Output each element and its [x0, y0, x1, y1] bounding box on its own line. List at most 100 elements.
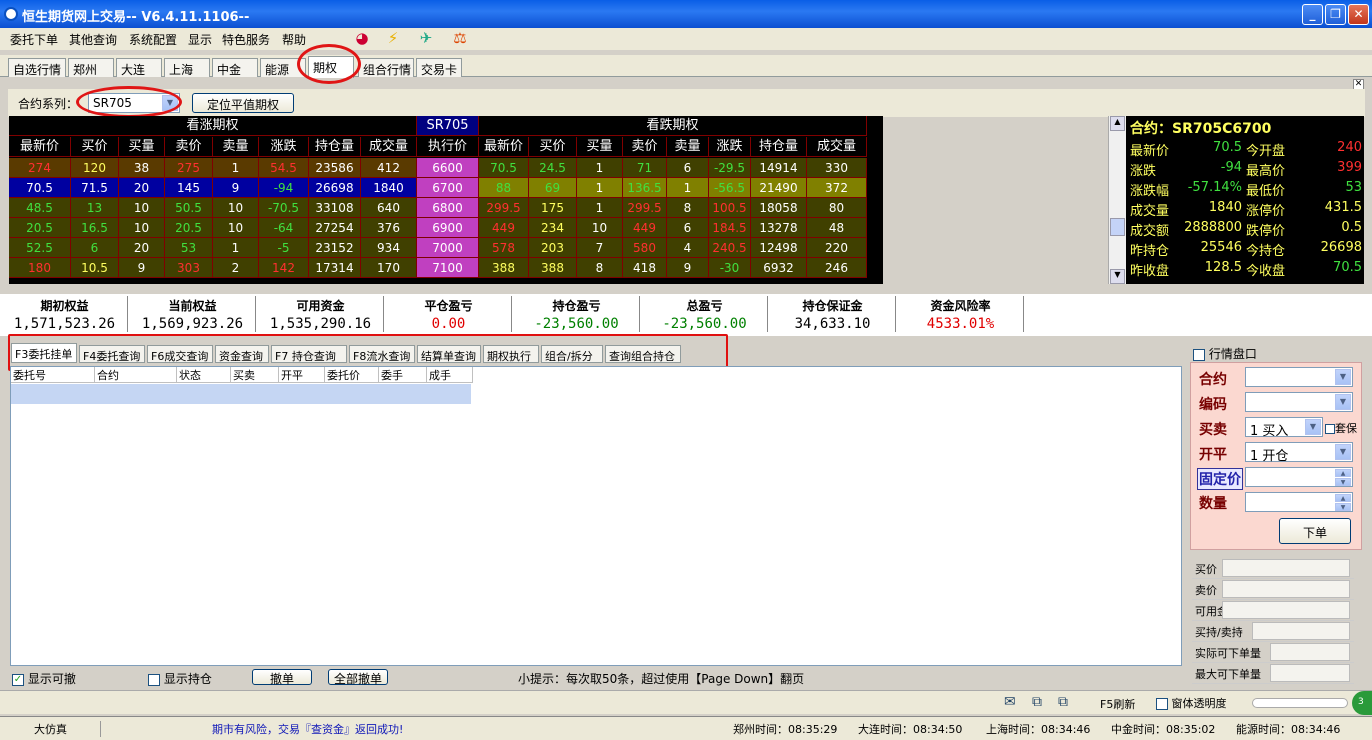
tab-watchlist[interactable]: 自选行情 [8, 58, 66, 77]
info-value: 399 [1337, 160, 1362, 175]
network-icon[interactable]: ⧉ [1032, 694, 1042, 710]
status-time-shanghai: 上海时间：08:34:46 [986, 723, 1091, 736]
order-tab[interactable]: 资金查询 [215, 345, 269, 363]
info-label: 跌停价 [1246, 224, 1286, 239]
side-select[interactable]: 1 买入 ▼ [1245, 417, 1323, 439]
close-button[interactable]: ✕ [1348, 4, 1369, 25]
offset-select[interactable]: 1 开仓 ▼ [1245, 442, 1353, 464]
quote-column-header: 成交量 [807, 137, 867, 157]
stepper-up-icon[interactable]: ▲ [1335, 469, 1351, 477]
order-tab[interactable]: 结算单查询 [417, 345, 481, 363]
order-column-header[interactable]: 状态 [177, 367, 231, 383]
account-field-value: 4533.01% [926, 316, 995, 332]
mail-icon[interactable]: ✉ [1004, 694, 1016, 710]
order-info-value [1222, 601, 1350, 619]
code-select[interactable]: ▼ [1245, 392, 1353, 412]
quote-cell: 6 [667, 218, 709, 238]
tab-dalian[interactable]: 大连 [116, 58, 162, 77]
restore-button[interactable]: ❐ [1325, 4, 1346, 25]
info-label: 成交额 [1130, 224, 1170, 239]
call-options-title: 看涨期权 [9, 116, 417, 136]
window-title: 恒生期货网上交易-- V6.4.11.1106-- [22, 10, 250, 25]
order-tab[interactable]: F7 持仓查询 [271, 345, 347, 363]
menu-order[interactable]: 委托下单 [10, 31, 58, 48]
bird-icon[interactable]: ✈ [416, 29, 436, 49]
quote-cell: 449 [479, 218, 529, 238]
quote-cell: 10 [577, 218, 623, 238]
order-info-value [1222, 580, 1350, 598]
account-field: 可用资金 1,535,290.16 [258, 296, 384, 332]
network2-icon[interactable]: ⧉ [1058, 694, 1068, 710]
order-column-header[interactable]: 委托价 [325, 367, 379, 383]
account-field: 持仓保证金 34,633.10 [770, 296, 896, 332]
order-tab[interactable]: F3委托挂单 [11, 343, 77, 363]
quote-cell: 23586 [309, 158, 361, 178]
quote-scrollbar[interactable]: ▲ ▼ [1108, 116, 1126, 284]
tab-zhengzhou[interactable]: 郑州 [68, 58, 114, 77]
quote-cell: 48.5 [9, 198, 71, 218]
account-field-value: -23,560.00 [662, 316, 747, 332]
table-row[interactable] [11, 384, 471, 404]
price-input[interactable]: ▲ ▼ [1245, 467, 1353, 487]
strike-column-header: 执行价 [417, 137, 479, 157]
locate-atm-button[interactable]: 定位平值期权 [192, 93, 294, 113]
order-column-header[interactable]: 合约 [95, 367, 177, 383]
menu-other-query[interactable]: 其他查询 [69, 31, 117, 48]
order-tab[interactable]: 组合/拆分 [541, 345, 603, 363]
transparency-slider[interactable] [1252, 698, 1348, 708]
price-type-label[interactable]: 固定价 [1197, 468, 1243, 490]
submit-order-button[interactable]: 下单 [1279, 518, 1351, 544]
quote-board-checkbox[interactable]: 行情盘口 [1193, 345, 1257, 362]
scale-icon[interactable]: ⚖ [450, 29, 470, 49]
quote-cell: 180 [9, 258, 71, 278]
stepper-up-icon[interactable]: ▲ [1335, 494, 1351, 502]
tab-shanghai[interactable]: 上海 [164, 58, 210, 77]
contract-select[interactable]: ▼ [1245, 367, 1353, 387]
order-column-header[interactable]: 委手 [379, 367, 427, 383]
menu-display[interactable]: 显示 [188, 31, 212, 48]
menu-special[interactable]: 特色服务 [222, 31, 270, 48]
order-column-header[interactable]: 开平 [279, 367, 325, 383]
minimize-button[interactable]: _ [1302, 4, 1323, 25]
order-tab[interactable]: F4委托查询 [79, 345, 145, 363]
quote-cell: 578 [479, 238, 529, 258]
order-column-header[interactable]: 买卖 [231, 367, 279, 383]
cancel-button[interactable]: 撤单 [252, 669, 312, 686]
refresh-label[interactable]: F5刷新 [1100, 696, 1135, 712]
qty-input[interactable]: ▲ ▼ [1245, 492, 1353, 512]
transparency-checkbox[interactable]: 窗体透明度 [1156, 695, 1227, 711]
quote-column-header: 涨跌 [709, 137, 751, 157]
order-tab[interactable]: F8流水查询 [349, 345, 415, 363]
order-column-header[interactable]: 成手 [427, 367, 473, 383]
tab-trade-card[interactable]: 交易卡 [416, 58, 462, 77]
quote-cell: 100.5 [709, 198, 751, 218]
order-column-header[interactable]: 委托号 [11, 367, 95, 383]
scroll-up-icon[interactable]: ▲ [1110, 116, 1125, 131]
tab-combo-quotes[interactable]: 组合行情 [358, 58, 414, 77]
stepper-down-icon[interactable]: ▼ [1335, 478, 1351, 486]
market-tabs: 自选行情 郑州 大连 上海 中金 能源 期权 组合行情 交易卡 [0, 55, 1372, 78]
order-tab[interactable]: 期权执行 [483, 345, 539, 363]
info-value: 240 [1337, 140, 1362, 155]
cancel-all-button[interactable]: 全部撤单 [328, 669, 388, 686]
show-positions-checkbox[interactable]: 显示持仓 [148, 670, 212, 687]
quote-cell: 388 [529, 258, 577, 278]
scroll-down-icon[interactable]: ▼ [1110, 269, 1125, 284]
scroll-thumb[interactable] [1110, 218, 1125, 236]
quote-cell: 18058 [751, 198, 807, 218]
account-field-label: 期初权益 [40, 299, 89, 313]
stepper-down-icon[interactable]: ▼ [1335, 503, 1351, 511]
show-cancelable-checkbox[interactable]: ✓ 显示可撤 [12, 670, 76, 687]
order-tab[interactable]: F6成交查询 [147, 345, 213, 363]
status-bar: 大仿真 期市有风险，交易『查资金』返回成功! 郑州时间：08:35:29 大连时… [0, 716, 1372, 740]
info-label: 今收盘 [1246, 264, 1286, 279]
menu-system-config[interactable]: 系统配置 [129, 31, 177, 48]
order-tab[interactable]: 查询组合持仓 [605, 345, 681, 363]
hedge-checkbox[interactable]: 套保 [1325, 420, 1357, 436]
lightning-icon[interactable]: ⚡ [383, 29, 403, 49]
info-value: 25546 [1200, 240, 1242, 255]
menu-help[interactable]: 帮助 [282, 31, 306, 48]
info-value: 0.5 [1341, 220, 1362, 235]
tab-cffex[interactable]: 中金 [212, 58, 258, 77]
chart-icon[interactable]: ◕ [352, 29, 372, 49]
